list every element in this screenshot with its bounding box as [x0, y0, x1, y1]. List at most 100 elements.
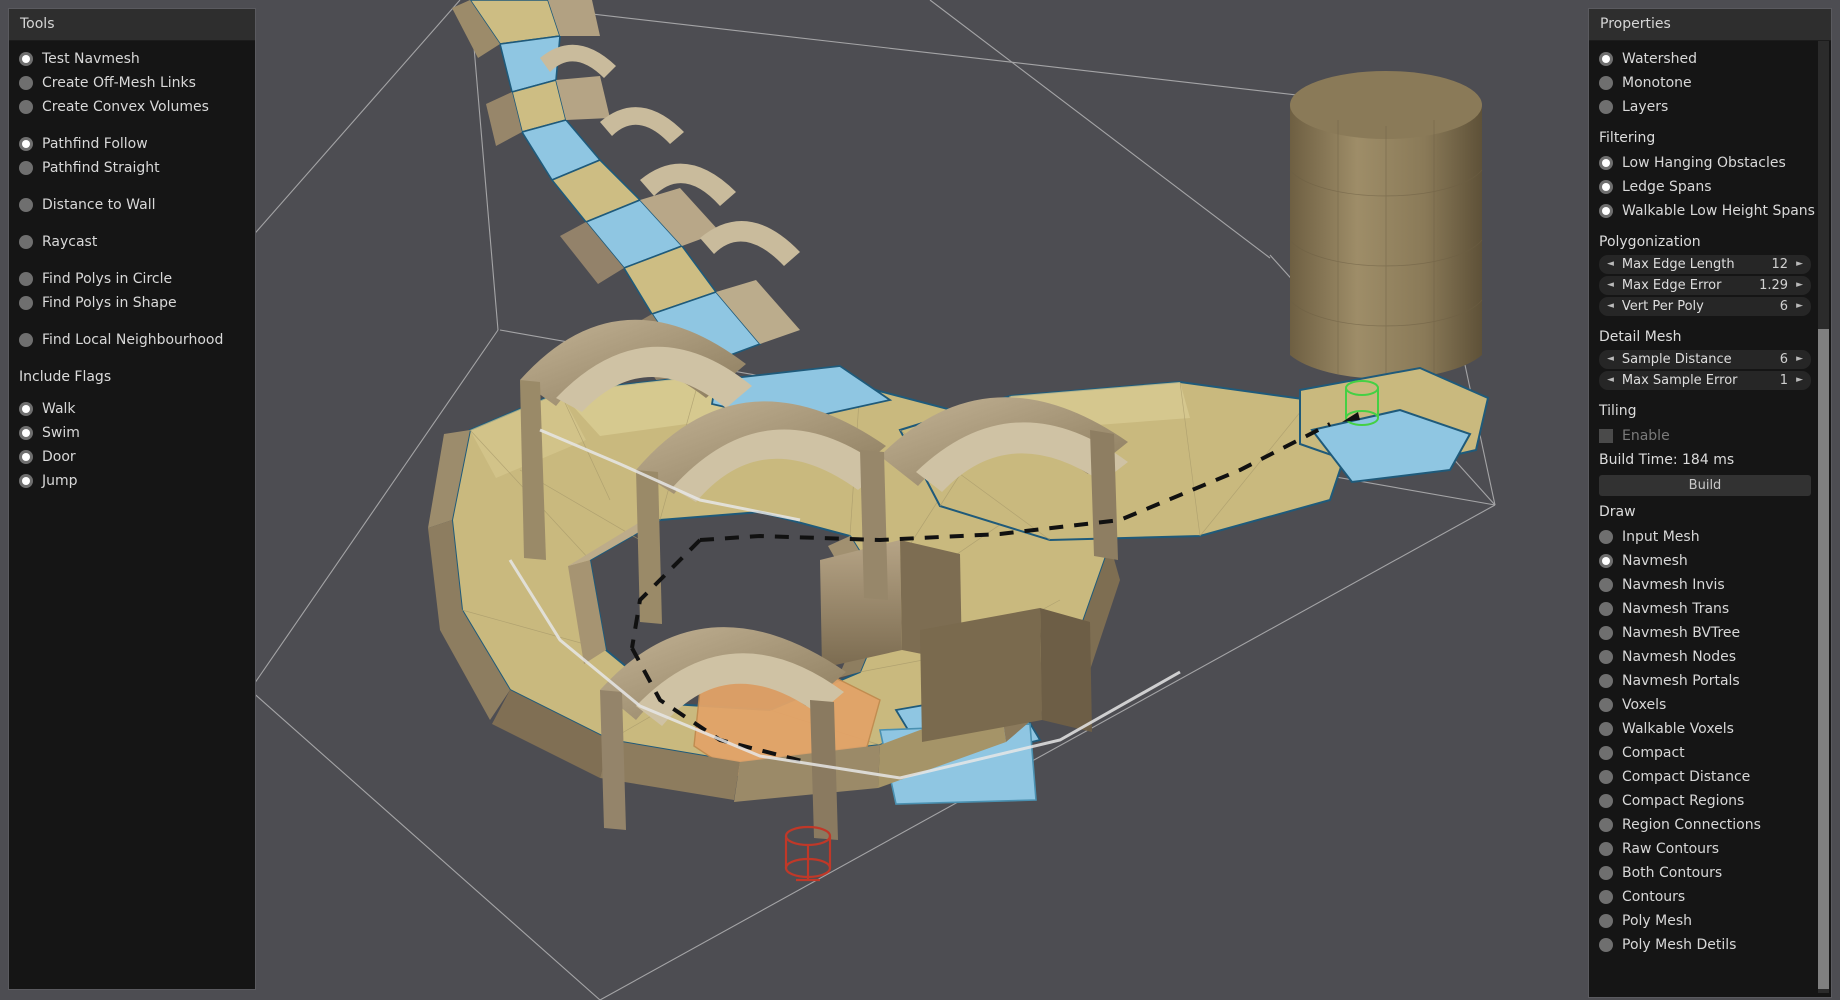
tool-find-local-neighbourhood[interactable]: Find Local Neighbourhood [19, 328, 245, 352]
draw-contours[interactable]: Contours [1599, 885, 1811, 909]
radio-icon[interactable] [1599, 626, 1613, 640]
filter-walkable-low-height-spans[interactable]: Walkable Low Height Spans [1599, 199, 1815, 223]
radio-icon[interactable] [19, 137, 33, 151]
draw-navmesh-nodes[interactable]: Navmesh Nodes [1599, 645, 1811, 669]
radio-icon[interactable] [1599, 842, 1613, 856]
draw-navmesh-bvtree[interactable]: Navmesh BVTree [1599, 621, 1811, 645]
radio-icon[interactable] [19, 474, 33, 488]
radio-icon[interactable] [1599, 674, 1613, 688]
radio-icon[interactable] [19, 426, 33, 440]
tool-pathfind-straight[interactable]: Pathfind Straight [19, 156, 245, 180]
radio-icon[interactable] [1599, 578, 1613, 592]
slider-max-edge-length[interactable]: ◄ Max Edge Length 12 ► [1599, 255, 1811, 274]
draw-poly-mesh[interactable]: Poly Mesh [1599, 909, 1811, 933]
arrow-left-icon[interactable]: ◄ [1607, 302, 1614, 311]
properties-scrollbar[interactable] [1818, 41, 1829, 993]
properties-scrollbar-thumb[interactable] [1818, 329, 1829, 989]
draw-region-connections[interactable]: Region Connections [1599, 813, 1811, 837]
radio-icon[interactable] [1599, 866, 1613, 880]
radio-icon[interactable] [1599, 914, 1613, 928]
radio-icon[interactable] [1599, 180, 1613, 194]
radio-icon[interactable] [1599, 76, 1613, 90]
slider-sample-distance[interactable]: ◄ Sample Distance 6 ► [1599, 350, 1811, 369]
radio-icon[interactable] [19, 52, 33, 66]
tiling-enable-checkbox[interactable]: Enable [1599, 424, 1811, 448]
arrow-right-icon[interactable]: ► [1796, 260, 1803, 269]
radio-icon[interactable] [1599, 722, 1613, 736]
draw-compact-distance[interactable]: Compact Distance [1599, 765, 1811, 789]
partition-watershed[interactable]: Watershed [1599, 47, 1811, 71]
radio-icon[interactable] [1599, 530, 1613, 544]
radio-icon[interactable] [19, 450, 33, 464]
partition-label: Watershed [1622, 51, 1698, 67]
flag-label: Door [42, 449, 76, 465]
draw-both-contours[interactable]: Both Contours [1599, 861, 1811, 885]
arrow-right-icon[interactable]: ► [1796, 355, 1803, 364]
radio-icon[interactable] [1599, 52, 1613, 66]
arrow-right-icon[interactable]: ► [1796, 302, 1803, 311]
checkbox-icon[interactable] [1599, 429, 1613, 443]
draw-navmesh-invis[interactable]: Navmesh Invis [1599, 573, 1811, 597]
radio-icon[interactable] [1599, 100, 1613, 114]
radio-icon[interactable] [1599, 650, 1613, 664]
flag-jump[interactable]: Jump [19, 469, 245, 493]
radio-icon[interactable] [19, 76, 33, 90]
tool-find-polys-in-circle[interactable]: Find Polys in Circle [19, 267, 245, 291]
radio-icon[interactable] [1599, 890, 1613, 904]
radio-icon[interactable] [1599, 818, 1613, 832]
draw-navmesh[interactable]: Navmesh [1599, 549, 1811, 573]
tool-create-convex-volumes[interactable]: Create Convex Volumes [19, 95, 245, 119]
draw-input-mesh[interactable]: Input Mesh [1599, 525, 1811, 549]
flag-walk[interactable]: Walk [19, 397, 245, 421]
flag-swim[interactable]: Swim [19, 421, 245, 445]
radio-icon[interactable] [1599, 746, 1613, 760]
radio-icon[interactable] [1599, 156, 1613, 170]
radio-icon[interactable] [1599, 938, 1613, 952]
tool-find-polys-in-shape[interactable]: Find Polys in Shape [19, 291, 245, 315]
radio-icon[interactable] [19, 161, 33, 175]
arrow-left-icon[interactable]: ◄ [1607, 355, 1614, 364]
tool-distance-to-wall[interactable]: Distance to Wall [19, 193, 245, 217]
filter-low-hanging-obstacles[interactable]: Low Hanging Obstacles [1599, 151, 1811, 175]
radio-icon[interactable] [1599, 770, 1613, 784]
draw-walkable-voxels[interactable]: Walkable Voxels [1599, 717, 1811, 741]
partition-monotone[interactable]: Monotone [1599, 71, 1811, 95]
draw-navmesh-trans[interactable]: Navmesh Trans [1599, 597, 1811, 621]
draw-raw-contours[interactable]: Raw Contours [1599, 837, 1811, 861]
build-button[interactable]: Build [1599, 475, 1811, 496]
radio-icon[interactable] [19, 100, 33, 114]
radio-icon[interactable] [19, 296, 33, 310]
tool-pathfind-follow[interactable]: Pathfind Follow [19, 132, 245, 156]
partition-layers[interactable]: Layers [1599, 95, 1811, 119]
radio-icon[interactable] [19, 198, 33, 212]
radio-icon[interactable] [19, 333, 33, 347]
slider-vert-per-poly[interactable]: ◄ Vert Per Poly 6 ► [1599, 297, 1811, 316]
viewport-3d[interactable] [0, 0, 1840, 1000]
radio-icon[interactable] [1599, 602, 1613, 616]
flag-door[interactable]: Door [19, 445, 245, 469]
draw-poly-mesh-detils[interactable]: Poly Mesh Detils [1599, 933, 1811, 957]
draw-navmesh-portals[interactable]: Navmesh Portals [1599, 669, 1811, 693]
tool-raycast[interactable]: Raycast [19, 230, 245, 254]
radio-icon[interactable] [19, 402, 33, 416]
radio-icon[interactable] [1599, 698, 1613, 712]
draw-compact[interactable]: Compact [1599, 741, 1811, 765]
tool-test-navmesh[interactable]: Test Navmesh [19, 47, 245, 71]
filter-label: Ledge Spans [1622, 179, 1712, 195]
radio-icon[interactable] [1599, 204, 1613, 218]
radio-icon[interactable] [19, 272, 33, 286]
radio-icon[interactable] [1599, 554, 1613, 568]
filter-ledge-spans[interactable]: Ledge Spans [1599, 175, 1811, 199]
arrow-left-icon[interactable]: ◄ [1607, 281, 1614, 290]
arrow-right-icon[interactable]: ► [1796, 281, 1803, 290]
radio-icon[interactable] [1599, 794, 1613, 808]
draw-voxels[interactable]: Voxels [1599, 693, 1811, 717]
radio-icon[interactable] [19, 235, 33, 249]
tool-create-off-mesh-links[interactable]: Create Off-Mesh Links [19, 71, 245, 95]
draw-compact-regions[interactable]: Compact Regions [1599, 789, 1811, 813]
arrow-left-icon[interactable]: ◄ [1607, 376, 1614, 385]
slider-max-sample-error[interactable]: ◄ Max Sample Error 1 ► [1599, 371, 1811, 390]
slider-max-edge-error[interactable]: ◄ Max Edge Error 1.29 ► [1599, 276, 1811, 295]
arrow-left-icon[interactable]: ◄ [1607, 260, 1614, 269]
arrow-right-icon[interactable]: ► [1796, 376, 1803, 385]
